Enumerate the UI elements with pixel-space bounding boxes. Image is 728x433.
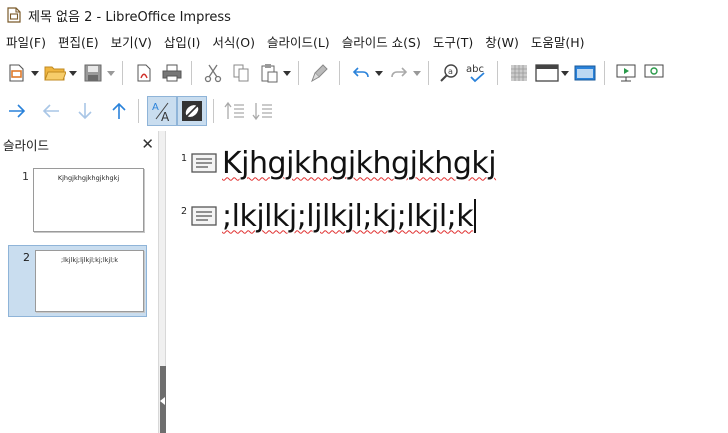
menu-edit[interactable]: 편집(E)	[52, 32, 105, 51]
slide-pane-title: 슬라이드	[3, 137, 50, 153]
undo-icon[interactable]	[348, 60, 374, 86]
toolbar-separator	[298, 61, 299, 85]
slide-number: 2	[23, 251, 30, 264]
toolbar-separator	[122, 61, 123, 85]
outline-title-text[interactable]: Kjhgjkhgjkhgjkhgkj	[222, 146, 497, 181]
display-views-icon[interactable]	[572, 60, 598, 86]
slide-layout-icon[interactable]	[534, 60, 560, 86]
redo-icon[interactable]	[386, 60, 412, 86]
menu-file[interactable]: 파일(F)	[0, 32, 52, 51]
open-folder-icon[interactable]	[42, 60, 68, 86]
open-dropdown-icon[interactable]	[68, 60, 78, 86]
slide-pane-header: 슬라이드 ✕	[0, 131, 160, 157]
menu-window[interactable]: 창(W)	[479, 32, 525, 51]
toolbar-separator	[138, 99, 139, 123]
new-dropdown-icon[interactable]	[30, 60, 40, 86]
start-from-first-icon[interactable]	[613, 60, 639, 86]
arrow-down-icon[interactable]	[72, 98, 98, 124]
formatting-on-off-icon[interactable]: AA	[147, 96, 177, 126]
menu-bar: 파일(F) 편집(E) 보기(V) 삽입(I) 서식(O) 슬라이드(L) 슬라…	[0, 30, 728, 52]
svg-text:A: A	[161, 110, 170, 123]
save-dropdown-icon[interactable]	[106, 60, 116, 86]
cut-icon[interactable]	[200, 60, 226, 86]
print-icon[interactable]	[159, 60, 185, 86]
arrow-right-icon[interactable]	[4, 98, 30, 124]
toolbar-separator	[497, 61, 498, 85]
menu-slide[interactable]: 슬라이드(L)	[261, 32, 336, 51]
copy-icon[interactable]	[228, 60, 254, 86]
move-down-icon[interactable]	[250, 98, 276, 124]
svg-text:A: A	[152, 102, 159, 113]
black-white-view-icon[interactable]	[177, 96, 207, 126]
text-cursor	[474, 199, 476, 233]
move-up-icon[interactable]	[222, 98, 248, 124]
slide-number: 1	[22, 170, 29, 183]
slide-preview: ;lkjlkj;ljlkjl;kj;lkjl;k	[35, 250, 144, 312]
undo-dropdown-icon[interactable]	[374, 60, 384, 86]
find-replace-icon[interactable]: a	[437, 60, 463, 86]
menu-format[interactable]: 서식(O)	[206, 32, 261, 51]
spelling-icon[interactable]: abc	[465, 60, 491, 86]
clone-formatting-icon[interactable]	[307, 60, 333, 86]
outline-entry[interactable]: 1 Kjhgjkhgjkhgjkhgkj	[167, 141, 497, 185]
toolbar-separator	[428, 61, 429, 85]
menu-help[interactable]: 도움말(H)	[525, 32, 591, 51]
toolbar-separator	[213, 99, 214, 123]
svg-text:abc: abc	[466, 64, 484, 75]
window-title: 제목 없음 2 - LibreOffice Impress	[28, 9, 231, 25]
slide-preview: Kjhgjkhgjkhgjkhgkj	[33, 168, 144, 232]
slide-title-icon	[191, 205, 217, 227]
outline-entry[interactable]: 2 ;lkjlkj;ljlkjl;kj;lkjl;k	[167, 194, 476, 238]
outline-slide-number: 1	[180, 152, 187, 164]
impress-app-icon	[7, 7, 21, 23]
outline-slide-number: 2	[180, 205, 187, 217]
collapse-arrow-icon[interactable]	[160, 397, 165, 405]
outline-title-text[interactable]: ;lkjlkj;ljlkjl;kj;lkjl;k	[222, 199, 474, 234]
save-icon[interactable]	[80, 60, 106, 86]
layout-dropdown-icon[interactable]	[560, 60, 570, 86]
export-pdf-icon[interactable]	[131, 60, 157, 86]
slide-preview-title: Kjhgjkhgjkhgjkhgkj	[57, 174, 120, 182]
slide-preview-title: ;lkjlkj;ljlkjl;kj;lkjl;k	[60, 256, 118, 264]
svg-text:a: a	[448, 67, 453, 76]
paste-dropdown-icon[interactable]	[282, 60, 292, 86]
menu-view[interactable]: 보기(V)	[105, 32, 158, 51]
arrow-left-icon[interactable]	[38, 98, 64, 124]
title-bar: 제목 없음 2 - LibreOffice Impress	[0, 0, 728, 30]
close-icon[interactable]: ✕	[141, 135, 154, 153]
slide-thumbnail-2[interactable]: 2 ;lkjlkj;ljlkjl;kj;lkjl;k	[8, 245, 147, 317]
standard-toolbar: a abc	[0, 54, 728, 92]
toolbar-separator	[604, 61, 605, 85]
display-grid-icon[interactable]	[506, 60, 532, 86]
slide-thumbnail-1[interactable]: 1 Kjhgjkhgjkhgjkhgkj	[0, 166, 155, 240]
toolbar-separator	[339, 61, 340, 85]
start-from-current-icon[interactable]	[641, 60, 667, 86]
slide-title-icon	[191, 152, 217, 174]
arrow-up-icon[interactable]	[106, 98, 132, 124]
outline-toolbar: AA	[0, 92, 728, 130]
toolbar-separator	[191, 61, 192, 85]
new-document-icon[interactable]	[4, 60, 30, 86]
menu-tools[interactable]: 도구(T)	[427, 32, 479, 51]
outline-view[interactable]: 1 Kjhgjkhgjkhgjkhgkj 2 ;lkjlkj;ljlkjl;kj…	[167, 131, 728, 433]
menu-insert[interactable]: 삽입(I)	[158, 32, 206, 51]
menu-slideshow[interactable]: 슬라이드 쇼(S)	[336, 32, 427, 51]
redo-dropdown-icon[interactable]	[412, 60, 422, 86]
paste-icon[interactable]	[256, 60, 282, 86]
